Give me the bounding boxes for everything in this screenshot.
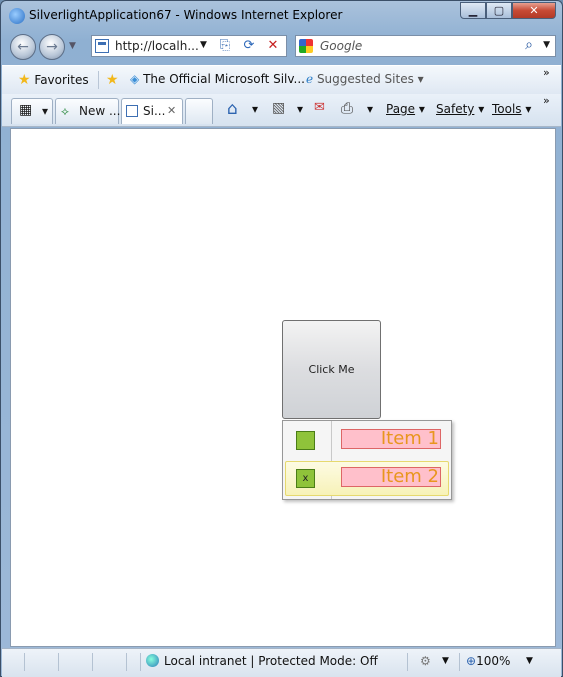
add-to-favorites-bar-button[interactable]: ★ [106, 72, 119, 88]
browser-window: SilverlightApplication67 - Windows Inter… [0, 0, 563, 677]
tab-page-icon [126, 105, 138, 117]
tab-row: ▦ ▾ ⟡ New ... Si... ✕ ⌂ ▾ ▧ ▾ ✉ ⎙ ▾ Page… [2, 94, 561, 127]
feeds-icon[interactable]: ▧ [272, 100, 285, 116]
refresh-icon[interactable]: ⟳ [240, 38, 258, 54]
stop-icon[interactable]: ✕ [264, 38, 282, 54]
tab-new-label: New ... [79, 104, 121, 118]
favorites-bar: ★ Favorites ★ ◈ The Official Microsoft S… [2, 65, 561, 94]
print-dropdown-icon[interactable]: ▾ [367, 102, 373, 116]
intranet-globe-icon [146, 654, 159, 667]
protected-mode-dropdown[interactable]: ▼ [442, 656, 449, 666]
zoom-control[interactable]: ⊕100% [466, 654, 510, 668]
security-zone-label: Local intranet | Protected Mode: Off [164, 654, 378, 668]
address-dropdown-icon[interactable]: ▼ [200, 40, 207, 50]
search-placeholder[interactable]: Google [320, 39, 362, 53]
home-dropdown-icon[interactable]: ▾ [252, 102, 258, 116]
new-tab-button[interactable] [185, 98, 213, 124]
page-menu[interactable]: Page ▾ [386, 102, 425, 116]
address-url[interactable]: http://localh... [115, 39, 199, 53]
address-bar[interactable]: http://localh... ▼ ⎘ ⟳ ✕ [91, 35, 287, 57]
google-logo-icon [299, 39, 313, 53]
ie-icon: ℯ [306, 72, 314, 86]
tools-menu-label: Tools [492, 102, 522, 116]
menu-item-2-label: Item 2 [341, 467, 441, 487]
forward-button[interactable]: → [39, 34, 65, 60]
new-tab-page-icon: ⟡ [61, 104, 69, 118]
feeds-dropdown-icon[interactable]: ▾ [297, 102, 303, 116]
tab-close-icon[interactable]: ✕ [167, 104, 176, 117]
suggested-sites-link[interactable]: ℯ Suggested Sites ▾ [306, 72, 424, 86]
home-icon[interactable]: ⌂ [227, 99, 238, 119]
menu-item-1-checkbox[interactable] [296, 431, 315, 450]
tab-list-dropdown-icon[interactable]: ▾ [42, 104, 48, 118]
search-icon[interactable]: ⌕ [525, 37, 533, 53]
compatibility-view-icon[interactable]: ⎘ [216, 38, 234, 54]
back-button[interactable]: ← [10, 34, 36, 60]
menu-item-1-label: Item 1 [341, 429, 441, 449]
favorite-link-microsoft[interactable]: ◈ The Official Microsoft Silv... [130, 72, 305, 86]
page-icon [95, 39, 109, 53]
tab-silverlight-label: Si... [143, 104, 166, 118]
page-content: Click Me Item 1 x Item 2 [10, 128, 556, 647]
tab-silverlight[interactable]: Si... ✕ [121, 98, 183, 124]
favorites-chevron-icon[interactable]: » [543, 66, 550, 79]
menu-item-1[interactable]: Item 1 [285, 423, 449, 458]
favorites-star-icon: ★ [18, 72, 31, 88]
close-button[interactable]: ✕ [512, 2, 556, 19]
title-bar: SilverlightApplication67 - Windows Inter… [1, 1, 562, 31]
add-favorite-star-icon: ★ [106, 72, 119, 88]
quick-tabs-icon: ▦ [19, 102, 33, 118]
navigation-bar: ← → ▼ http://localh... ▼ ⎘ ⟳ ✕ Google ⌕ … [1, 31, 562, 63]
zoom-level: 100% [476, 654, 511, 668]
minimize-button[interactable]: ▁ [460, 2, 486, 19]
command-bar-chevron-icon[interactable]: » [543, 94, 550, 107]
menu-item-2-checkbox[interactable]: x [296, 469, 315, 488]
search-box[interactable]: Google ⌕ ▼ [295, 35, 556, 57]
suggested-sites-label: Suggested Sites ▾ [316, 72, 424, 86]
favorites-button[interactable]: ★ Favorites [18, 72, 89, 88]
quick-tabs-button[interactable]: ▦ ▾ [11, 98, 53, 124]
window-title: SilverlightApplication67 - Windows Inter… [29, 8, 343, 22]
search-options-dropdown[interactable]: ▼ [543, 40, 550, 50]
tab-new[interactable]: ⟡ New ... [55, 98, 121, 124]
web-slice-icon: ◈ [130, 72, 140, 86]
status-bar: Local intranet | Protected Mode: Off ⚙ ▼… [2, 648, 561, 677]
print-icon[interactable]: ⎙ [341, 99, 353, 117]
menu-item-2[interactable]: x Item 2 [285, 461, 449, 496]
click-me-button[interactable]: Click Me [282, 320, 381, 419]
zoom-dropdown[interactable]: ▼ [526, 656, 533, 666]
page-menu-label: Page [386, 102, 416, 116]
protected-mode-icon: ⚙ [420, 654, 431, 668]
favorite-link-label: The Official Microsoft Silv... [143, 72, 305, 86]
safety-menu[interactable]: Safety ▾ [436, 102, 484, 116]
safety-menu-label: Safety [436, 102, 475, 116]
context-menu: Item 1 x Item 2 [282, 420, 452, 500]
recent-pages-dropdown[interactable]: ▼ [69, 41, 76, 51]
tools-menu[interactable]: Tools ▾ [492, 102, 531, 116]
mail-icon[interactable]: ✉ [314, 100, 325, 115]
favorites-label: Favorites [34, 73, 89, 87]
security-zone[interactable]: Local intranet | Protected Mode: Off [146, 654, 378, 668]
maximize-button[interactable]: ▢ [486, 2, 512, 19]
ie-logo-icon [9, 8, 25, 24]
zoom-icon: ⊕ [466, 654, 477, 668]
